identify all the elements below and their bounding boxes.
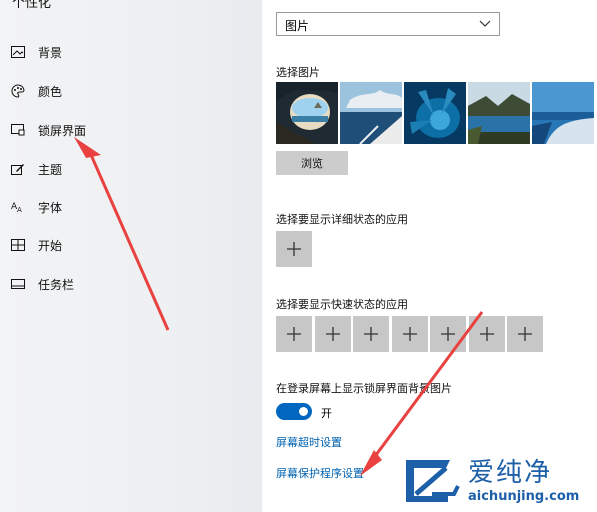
annotation-arrows	[74, 137, 484, 476]
annotation-arrow	[86, 147, 170, 331]
annotation-arrow-head	[74, 137, 101, 158]
watermark-url: aichunjing.com	[468, 489, 580, 504]
watermark-brand: 爱纯净	[468, 458, 553, 488]
annotation-arrow	[368, 311, 484, 464]
annotation-arrow-head	[360, 450, 382, 476]
